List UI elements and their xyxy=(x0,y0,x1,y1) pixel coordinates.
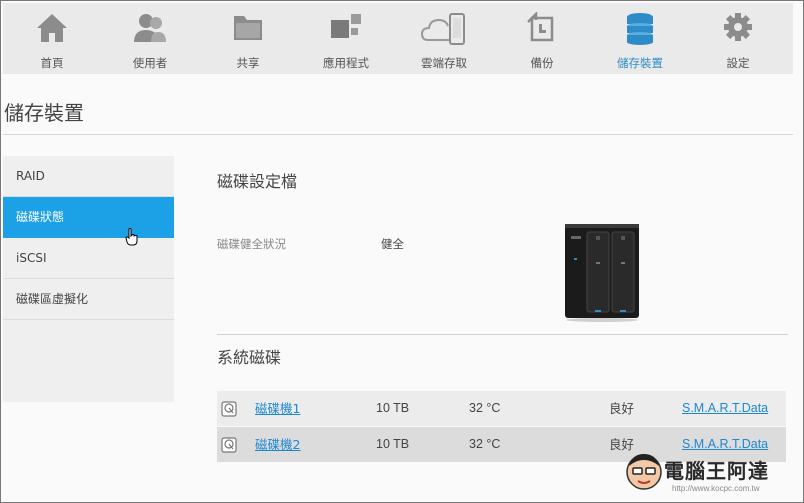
nav-label-settings: 設定 xyxy=(726,56,750,70)
title-divider xyxy=(3,134,793,135)
hard-drive-icon xyxy=(221,401,237,417)
system-disks-heading: 系統磁碟 xyxy=(217,348,282,367)
folder-icon xyxy=(234,16,262,40)
disk-name-link[interactable]: 磁碟機1 xyxy=(255,391,300,426)
users-icon xyxy=(134,14,166,42)
nav-label-apps: 應用程式 xyxy=(323,56,369,70)
nav-label-cloud: 雲端存取 xyxy=(421,56,467,70)
home-icon xyxy=(37,14,67,42)
nav-label-users: 使用者 xyxy=(132,56,168,70)
page-title: 儲存裝置 xyxy=(4,101,84,125)
sidebar: RAID 磁碟狀態 iSCSI 磁碟區虛擬化 xyxy=(3,156,174,402)
database-icon xyxy=(627,13,653,45)
sidebar-item-disk-status[interactable]: 磁碟狀態 xyxy=(3,197,174,238)
nav-item-users[interactable]: 使用者 xyxy=(101,3,199,74)
nav-item-storage[interactable]: 儲存裝置 xyxy=(591,3,689,74)
disk-profile-heading: 磁碟設定檔 xyxy=(217,172,298,191)
table-row: 磁碟機1 10 TB 32 °C 良好 S.M.A.R.T.Data xyxy=(217,391,786,426)
sidebar-item-raid[interactable]: RAID xyxy=(3,156,174,197)
nas-device-image xyxy=(565,224,639,322)
nav-label-share: 共享 xyxy=(236,56,260,70)
nav-label-backup: 備份 xyxy=(530,56,554,70)
nav-label-home: 首頁 xyxy=(40,56,64,70)
disk-name-link[interactable]: 磁碟機2 xyxy=(255,427,300,462)
backup-icon xyxy=(527,12,554,42)
sidebar-item-volume-virtualization[interactable]: 磁碟區虛擬化 xyxy=(3,279,174,320)
sidebar-item-iscsi[interactable]: iSCSI xyxy=(3,238,174,279)
nav-item-settings[interactable]: 設定 xyxy=(689,3,787,74)
hand-cursor-icon xyxy=(125,228,138,246)
nav-item-apps[interactable]: 應用程式 xyxy=(297,3,395,74)
nav-item-backup[interactable]: 備份 xyxy=(493,3,591,74)
gear-icon xyxy=(724,13,752,41)
nav-item-cloud[interactable]: 雲端存取 xyxy=(395,3,493,74)
top-nav: 首頁 使用者 共享 應用程式 雲端存取 備份 儲存裝置 設定 xyxy=(3,3,793,74)
nav-item-share[interactable]: 共享 xyxy=(199,3,297,74)
disk-capacity: 10 TB xyxy=(376,437,410,451)
disk-temperature: 32 °C xyxy=(469,437,501,451)
disk-status: 良好 xyxy=(609,401,635,416)
hard-drive-icon xyxy=(221,437,237,453)
disk-health-label: 磁碟健全狀況 xyxy=(217,237,286,251)
apps-icon xyxy=(331,14,361,38)
disk-capacity: 10 TB xyxy=(376,401,410,415)
nav-item-home[interactable]: 首頁 xyxy=(3,3,101,74)
nav-label-storage: 儲存裝置 xyxy=(617,56,663,70)
watermark-text: 電腦王阿達 xyxy=(664,459,769,483)
watermark-url: http://www.kocpc.com.tw xyxy=(672,484,760,493)
disk-health-value: 健全 xyxy=(381,237,404,251)
section-divider xyxy=(217,334,788,335)
mascot-logo xyxy=(626,454,662,490)
cloud-phone-icon xyxy=(420,13,465,45)
disk-temperature: 32 °C xyxy=(469,401,501,415)
smart-data-link[interactable]: S.M.A.R.T.Data xyxy=(682,391,768,426)
